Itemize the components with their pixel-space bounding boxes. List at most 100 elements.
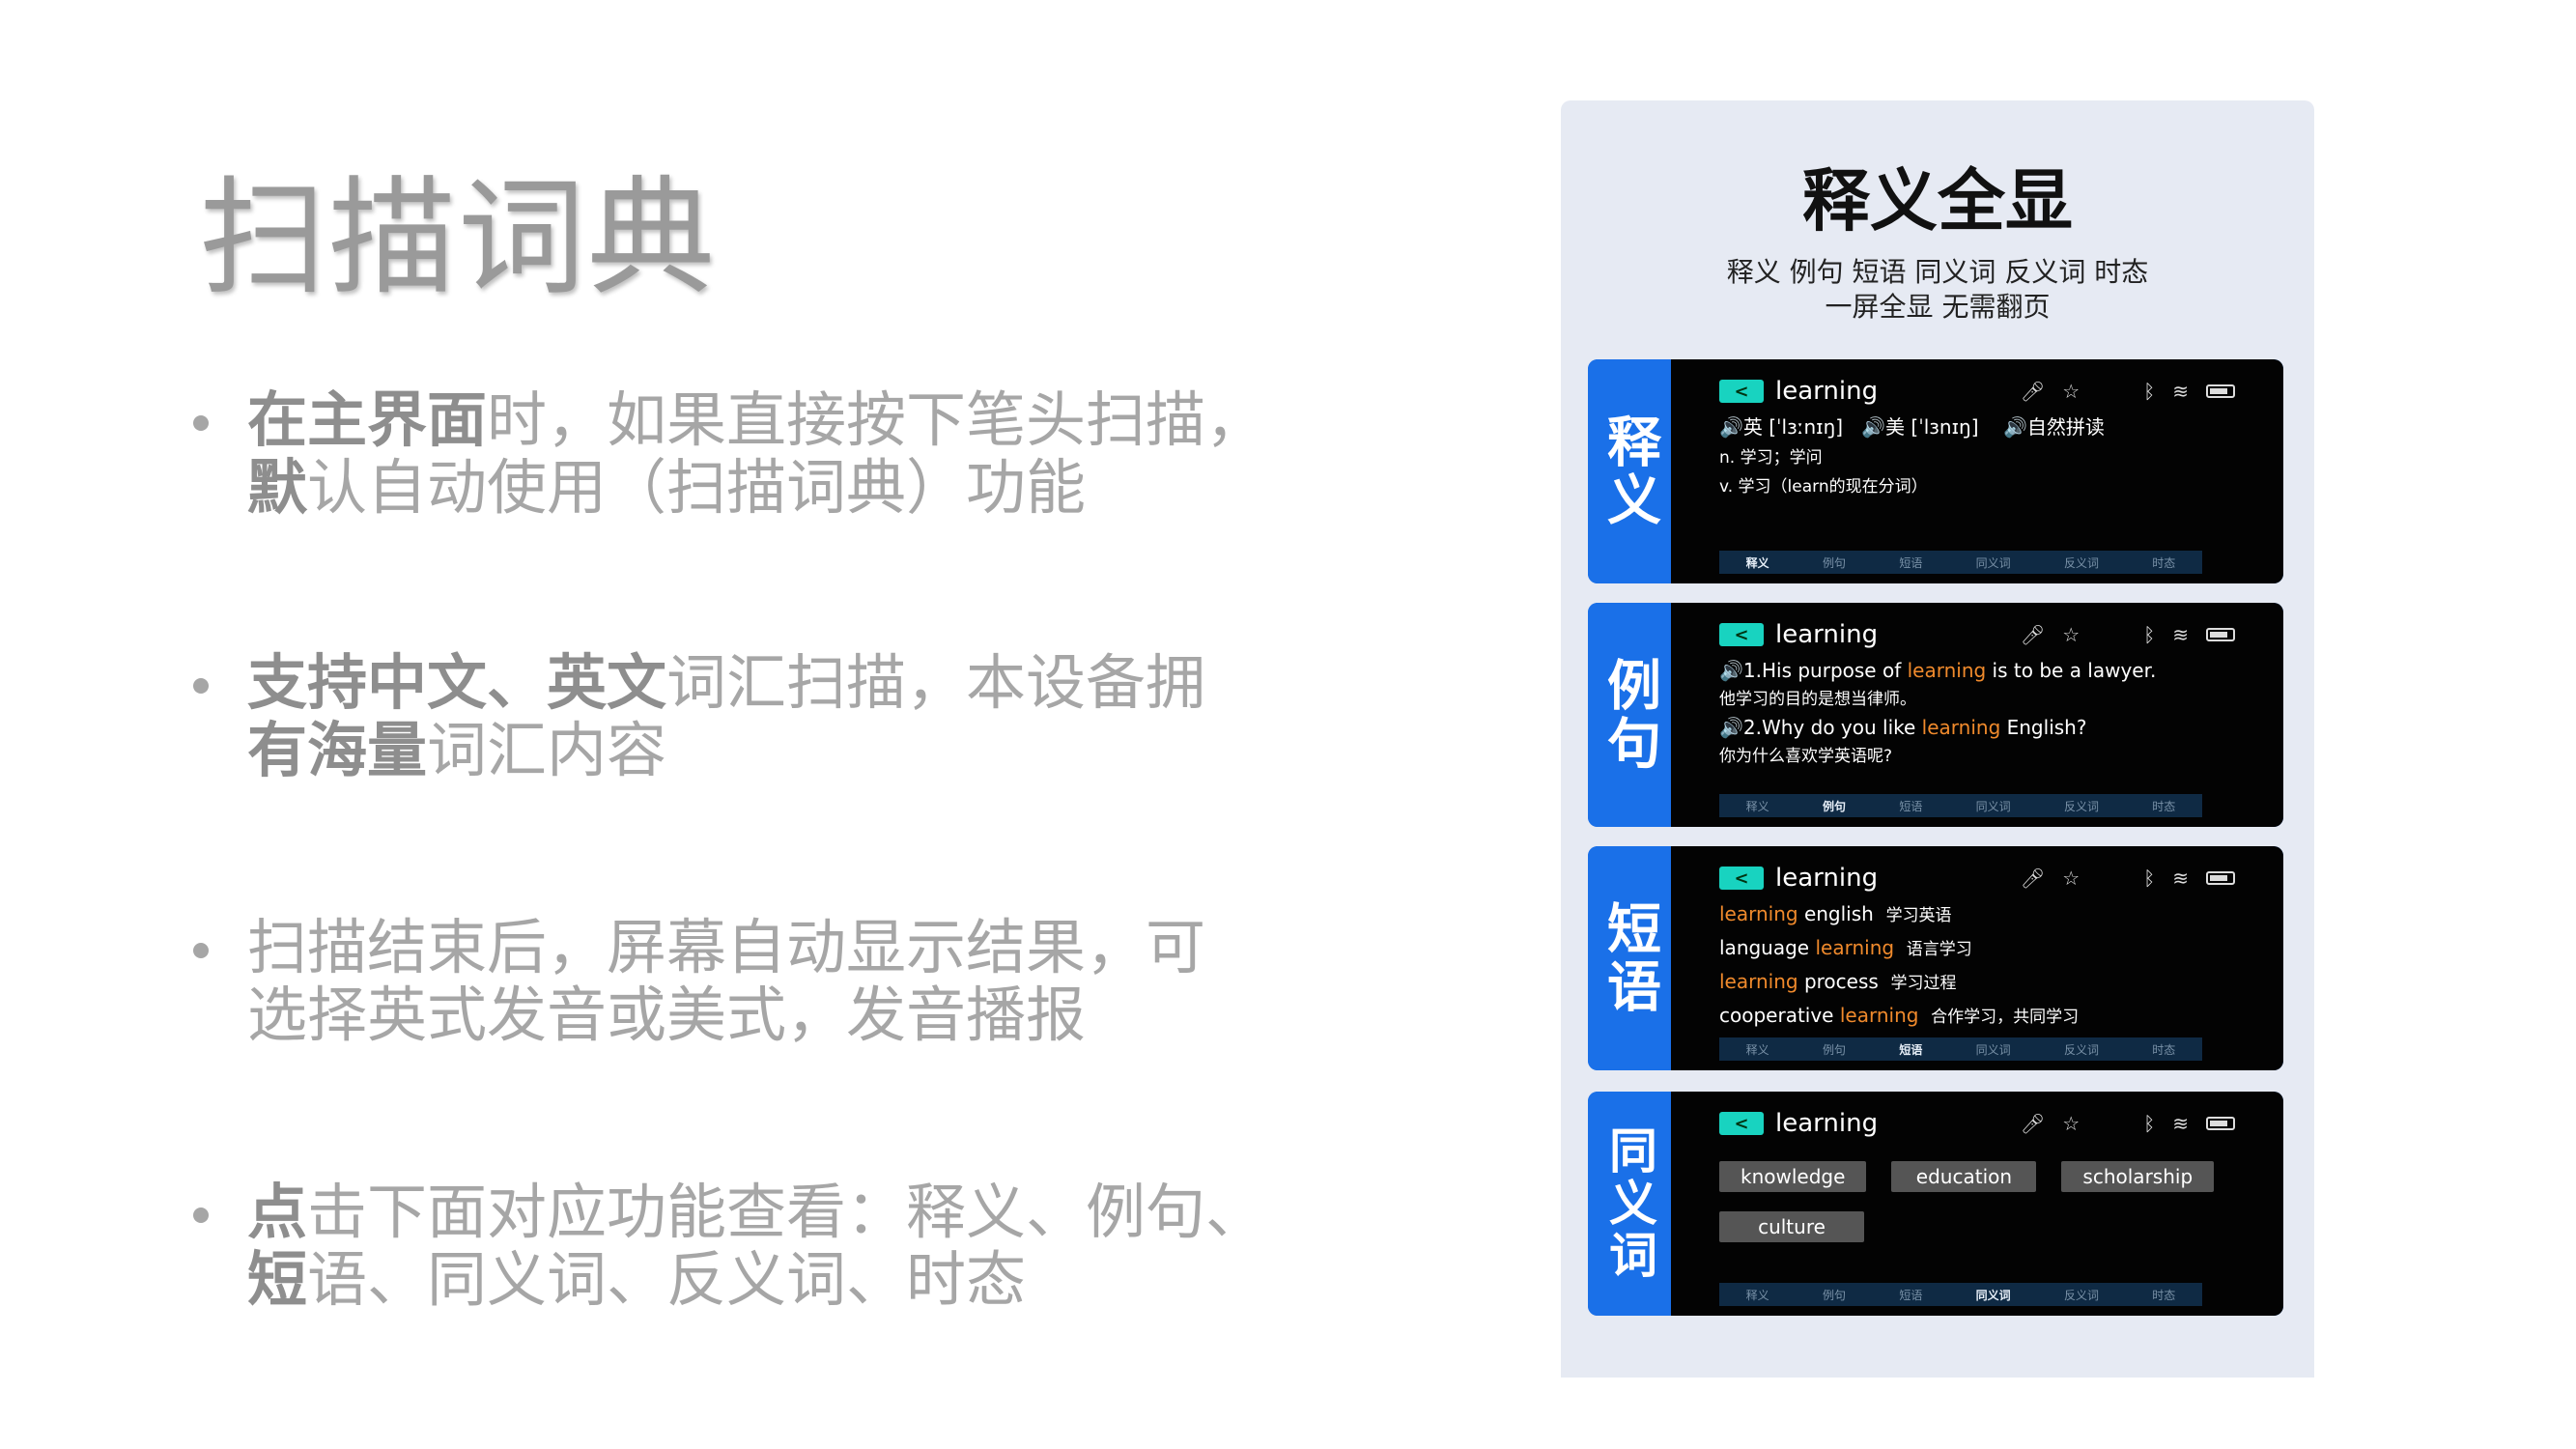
headword: learning bbox=[1775, 1109, 1879, 1138]
headword: learning bbox=[1775, 864, 1879, 893]
function-tabs: 释义 例句 短语 同义词 反义词 时态 bbox=[1719, 1037, 2202, 1061]
example-sentence[interactable]: 🔊1.His purpose of learning is to be a la… bbox=[1719, 655, 2235, 687]
tab-examples[interactable]: 例句 bbox=[1823, 798, 1846, 814]
tab-definition[interactable]: 释义 bbox=[1746, 1287, 1769, 1303]
tab-antonyms[interactable]: 反义词 bbox=[2064, 554, 2099, 571]
tab-examples[interactable]: 例句 bbox=[1823, 1041, 1846, 1058]
bullet-item: 点击下面对应功能查看：释义、例句、 短语、同义词、反义词、时态 bbox=[193, 1179, 1352, 1314]
wifi-icon: ≋ bbox=[2172, 623, 2189, 646]
tab-antonyms[interactable]: 反义词 bbox=[2064, 1041, 2099, 1058]
tab-synonyms[interactable]: 同义词 bbox=[1976, 1041, 2011, 1058]
battery-icon bbox=[2206, 871, 2235, 885]
tab-definition[interactable]: 释义 bbox=[1746, 554, 1769, 571]
tab-antonyms[interactable]: 反义词 bbox=[2064, 1287, 2099, 1303]
synonym-chip[interactable]: knowledge bbox=[1719, 1161, 1867, 1192]
microphone-icon[interactable]: 🎤︎ bbox=[2021, 623, 2045, 646]
star-icon[interactable]: ☆ bbox=[2062, 867, 2080, 890]
panel-tag: 例句 bbox=[1588, 603, 1671, 827]
example-translation: 你为什么喜欢学英语呢? bbox=[1719, 747, 1893, 766]
function-tabs: 释义 例句 短语 同义词 反义词 时态 bbox=[1719, 551, 2202, 574]
back-button[interactable]: < bbox=[1719, 1112, 1764, 1135]
synonym-chip[interactable]: scholarship bbox=[2061, 1161, 2215, 1192]
tab-antonyms[interactable]: 反义词 bbox=[2064, 798, 2099, 814]
tab-tense[interactable]: 时态 bbox=[2152, 1041, 2175, 1058]
us-pronunciation[interactable]: 🔊美 [ˈlɜnɪŋ] bbox=[1861, 415, 1978, 439]
tab-examples[interactable]: 例句 bbox=[1823, 554, 1846, 571]
uk-pronunciation[interactable]: 🔊英 [ˈlɜːnɪŋ] bbox=[1719, 415, 1843, 439]
panel-synonyms: 同义词 < learning 🎤︎ ☆ ᛒ ≋ knowledge educat… bbox=[1588, 1092, 2283, 1316]
synonym-list: knowledge education scholarship culture bbox=[1719, 1161, 2222, 1242]
product-card: 释义全显 释义 例句 短语 同义词 反义词 时态 一屏全显 无需翻页 释义 < … bbox=[1561, 100, 2314, 1378]
card-subtitle: 释义 例句 短语 同义词 反义词 时态 一屏全显 无需翻页 bbox=[1726, 256, 2149, 323]
microphone-icon[interactable]: 🎤︎ bbox=[2021, 380, 2045, 403]
phrase-item[interactable]: learning process 学习过程 bbox=[1719, 966, 2235, 1000]
battery-icon bbox=[2206, 1117, 2235, 1130]
bullet-dot bbox=[193, 415, 209, 431]
bullet-item: 扫描结束后，屏幕自动显示结果，可 选择英式发音或美式，发音播报 bbox=[193, 914, 1352, 1049]
tab-phrases[interactable]: 短语 bbox=[1899, 554, 1922, 571]
tab-synonyms[interactable]: 同义词 bbox=[1976, 1287, 2011, 1303]
star-icon[interactable]: ☆ bbox=[2062, 1112, 2080, 1135]
bluetooth-icon: ᛒ bbox=[2143, 380, 2156, 403]
battery-icon bbox=[2206, 628, 2235, 641]
phrase-item[interactable]: cooperative learning 合作学习，共同学习 bbox=[1719, 1000, 2235, 1034]
status-bar: < learning 🎤︎ ☆ ᛒ ≋ bbox=[1719, 614, 2235, 655]
bullet-dot bbox=[193, 1208, 209, 1223]
panel-phrases: 短语 < learning 🎤︎ ☆ ᛒ ≋ learning english … bbox=[1588, 846, 2283, 1070]
function-tabs: 释义 例句 短语 同义词 反义词 时态 bbox=[1719, 794, 2202, 817]
panel-definition: 释义 < learning 🎤︎ ☆ ᛒ ≋ 🔊英 [ˈlɜːnɪŋ] 🔊美 [… bbox=[1588, 359, 2283, 583]
phonics-button[interactable]: 🔊自然拼读 bbox=[2003, 415, 2105, 439]
panel-tag: 释义 bbox=[1588, 359, 1671, 583]
example-sentence[interactable]: 🔊2.Why do you like learning English? bbox=[1719, 712, 2235, 744]
definition-verb: v. 学习（learn的现在分词） bbox=[1719, 477, 1928, 497]
panel-tag: 短语 bbox=[1588, 846, 1671, 1070]
wifi-icon: ≋ bbox=[2172, 380, 2189, 403]
bullet-dot bbox=[193, 943, 209, 958]
tab-phrases[interactable]: 短语 bbox=[1899, 1041, 1922, 1058]
tab-synonyms[interactable]: 同义词 bbox=[1976, 798, 2011, 814]
phrase-item[interactable]: language learning 语言学习 bbox=[1719, 932, 2235, 966]
tab-tense[interactable]: 时态 bbox=[2152, 1287, 2175, 1303]
back-button[interactable]: < bbox=[1719, 867, 1764, 890]
device-screen: < learning 🎤︎ ☆ ᛒ ≋ 🔊1.His purpose of le… bbox=[1671, 603, 2283, 827]
bluetooth-icon: ᛒ bbox=[2143, 867, 2156, 890]
tab-synonyms[interactable]: 同义词 bbox=[1976, 554, 2011, 571]
example-translation: 他学习的目的是想当律师。 bbox=[1719, 690, 1916, 709]
bullet-item: 在主界面时，如果直接按下笔头扫描， 默认自动使用（扫描词典）功能 bbox=[193, 386, 1352, 522]
bullet-item: 支持中文、英文词汇扫描，本设备拥 有海量词汇内容 bbox=[193, 649, 1352, 784]
function-tabs: 释义 例句 短语 同义词 反义词 时态 bbox=[1719, 1283, 2202, 1306]
microphone-icon[interactable]: 🎤︎ bbox=[2021, 867, 2045, 890]
back-button[interactable]: < bbox=[1719, 623, 1764, 646]
panel-examples: 例句 < learning 🎤︎ ☆ ᛒ ≋ 🔊1.His purpose of… bbox=[1588, 603, 2283, 827]
headword: learning bbox=[1775, 377, 1879, 406]
tab-definition[interactable]: 释义 bbox=[1746, 1041, 1769, 1058]
star-icon[interactable]: ☆ bbox=[2062, 380, 2080, 403]
headword: learning bbox=[1775, 620, 1879, 649]
tab-tense[interactable]: 时态 bbox=[2152, 554, 2175, 571]
panel-tag: 同义词 bbox=[1588, 1092, 1671, 1316]
bluetooth-icon: ᛒ bbox=[2143, 623, 2156, 646]
status-bar: < learning 🎤︎ ☆ ᛒ ≋ bbox=[1719, 371, 2235, 412]
bullet-text: 支持中文、英文词汇扫描，本设备拥 有海量词汇内容 bbox=[247, 647, 1206, 785]
device-screen: < learning 🎤︎ ☆ ᛒ ≋ learning english 学习英… bbox=[1671, 846, 2283, 1070]
microphone-icon[interactable]: 🎤︎ bbox=[2021, 1112, 2045, 1135]
synonym-chip[interactable]: culture bbox=[1719, 1211, 1864, 1242]
device-screen: < learning 🎤︎ ☆ ᛒ ≋ knowledge education … bbox=[1671, 1092, 2283, 1316]
bullet-text: 在主界面时，如果直接按下笔头扫描， 默认自动使用（扫描词典）功能 bbox=[247, 384, 1266, 523]
tab-phrases[interactable]: 短语 bbox=[1899, 1287, 1922, 1303]
tab-examples[interactable]: 例句 bbox=[1823, 1287, 1846, 1303]
definition-noun: n. 学习；学问 bbox=[1719, 448, 1823, 468]
synonym-chip[interactable]: education bbox=[1891, 1161, 2037, 1192]
bluetooth-icon: ᛒ bbox=[2143, 1112, 2156, 1135]
phrase-item[interactable]: learning english 学习英语 bbox=[1719, 898, 2235, 932]
wifi-icon: ≋ bbox=[2172, 867, 2189, 890]
card-heading: 释义全显 bbox=[1802, 161, 2073, 241]
tab-definition[interactable]: 释义 bbox=[1746, 798, 1769, 814]
tab-tense[interactable]: 时态 bbox=[2152, 798, 2175, 814]
status-bar: < learning 🎤︎ ☆ ᛒ ≋ bbox=[1719, 1103, 2235, 1144]
star-icon[interactable]: ☆ bbox=[2062, 623, 2080, 646]
tab-phrases[interactable]: 短语 bbox=[1899, 798, 1922, 814]
pronunciation-row: 🔊英 [ˈlɜːnɪŋ] 🔊美 [ˈlɜnɪŋ] 🔊自然拼读 bbox=[1719, 412, 2235, 443]
back-button[interactable]: < bbox=[1719, 380, 1764, 403]
status-bar: < learning 🎤︎ ☆ ᛒ ≋ bbox=[1719, 858, 2235, 898]
